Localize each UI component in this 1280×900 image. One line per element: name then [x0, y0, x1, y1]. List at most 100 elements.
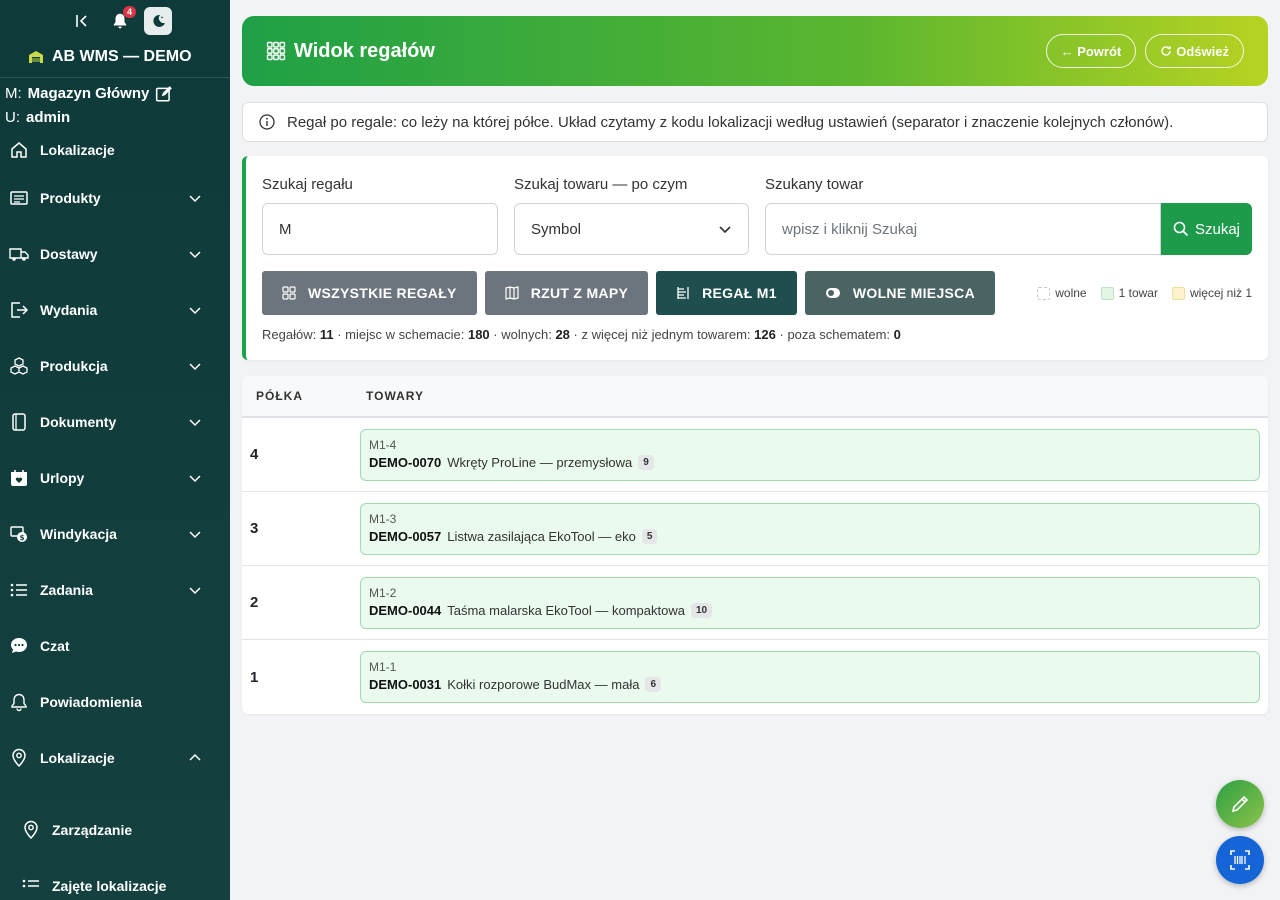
- info-text: Regał po regale: co leży na której półce…: [287, 113, 1174, 131]
- location-slot[interactable]: M1-2 DEMO-0044 Taśma malarska EkoTool — …: [360, 576, 1260, 629]
- search-button[interactable]: Szukaj: [1161, 203, 1252, 255]
- nav-wydania[interactable]: Wydania: [0, 282, 230, 338]
- table-row: 1 M1-1 DEMO-0031 Kołki rozporowe BudMax …: [242, 640, 1268, 714]
- nav-label: Lokalizacje: [40, 750, 115, 766]
- pin-icon: [12, 748, 26, 768]
- nav-urlopy[interactable]: Urlopy: [0, 450, 230, 506]
- map-icon: [505, 286, 519, 300]
- nav-lokalizacje-group[interactable]: Lokalizacje: [0, 730, 230, 786]
- svg-text:$: $: [20, 534, 25, 542]
- nav-dostawy[interactable]: Dostawy: [0, 226, 230, 282]
- nav-label: Wydania: [40, 302, 98, 318]
- nav-label: Produkcja: [40, 358, 108, 374]
- chevron-down-icon: [189, 531, 201, 539]
- tasks-icon: [22, 879, 39, 888]
- legend-more: więcej niż 1: [1171, 286, 1252, 300]
- edit-fab-button[interactable]: [1216, 780, 1264, 828]
- table-header: PÓŁKA TOWARY: [242, 376, 1268, 418]
- location-slot[interactable]: M1-1 DEMO-0031 Kołki rozporowe BudMax — …: [360, 651, 1260, 703]
- all-racks-button[interactable]: WSZYSTKIE REGAŁY: [262, 271, 477, 315]
- home-icon: [11, 142, 27, 158]
- chevron-down-icon: [189, 475, 201, 483]
- edit-warehouse-icon[interactable]: [155, 85, 173, 103]
- nav-czat[interactable]: Czat: [0, 618, 230, 674]
- rack-search-input[interactable]: [262, 203, 498, 255]
- nav-dokumenty[interactable]: Dokumenty: [0, 394, 230, 450]
- from-map-label: RZUT Z MAPY: [530, 285, 629, 301]
- nav-produkty[interactable]: Produkty: [0, 170, 230, 226]
- col-shelf-header: PÓŁKA: [256, 389, 303, 403]
- quantity-badge: 9: [638, 454, 654, 470]
- nav-label: Zarządzanie: [52, 822, 133, 838]
- nav-label: Lokalizacje: [40, 142, 115, 158]
- free-places-label: WOLNE MIEJSCA: [852, 285, 975, 301]
- chevron-down-icon: [189, 363, 201, 371]
- free-places-button[interactable]: WOLNE MIEJSCA: [804, 271, 995, 315]
- nav-label: Dokumenty: [40, 414, 117, 430]
- page-title-text: Widok regałów: [294, 39, 435, 62]
- stats-multi-label: · z więcej niż jednym towarem:: [573, 327, 751, 342]
- nav-label: Powiadomienia: [40, 694, 142, 710]
- table-row: 2 M1-2 DEMO-0044 Taśma malarska EkoTool …: [242, 566, 1268, 640]
- nav-lokalizacje-top[interactable]: Lokalizacje: [0, 130, 230, 170]
- refresh-button[interactable]: Odśwież: [1145, 34, 1244, 68]
- collapse-sidebar-button[interactable]: [68, 7, 96, 35]
- list-icon: [10, 191, 28, 205]
- moon-icon: [153, 14, 165, 27]
- barcode-scan-fab-button[interactable]: [1216, 836, 1264, 884]
- nav-powiadomienia[interactable]: Powiadomienia: [0, 674, 230, 730]
- nav-label: Windykacja: [40, 526, 117, 542]
- location-code: M1-1: [369, 660, 397, 674]
- back-button[interactable]: ← Powrót: [1045, 34, 1137, 68]
- user-info: M: Magazyn Główny U: admin: [0, 78, 230, 130]
- stats-racks: 11: [319, 327, 334, 342]
- chevron-down-icon: [189, 251, 201, 259]
- product-search-input[interactable]: [765, 203, 1161, 255]
- grid-icon: [266, 41, 286, 61]
- search-icon: [1173, 221, 1189, 237]
- page-title: Widok regałów: [266, 40, 1037, 63]
- pin-icon: [24, 820, 38, 840]
- stats-multi: 126: [754, 327, 776, 342]
- notifications-button[interactable]: 4: [106, 6, 136, 35]
- location-slot[interactable]: M1-3 DEMO-0057 Listwa zasilająca EkoTool…: [360, 502, 1260, 555]
- from-map-button[interactable]: RZUT Z MAPY: [484, 271, 649, 315]
- nav-sub-zarzadzanie[interactable]: Zarządzanie: [0, 802, 230, 858]
- location-slot[interactable]: M1-4 DEMO-0070 Wkręty ProLine — przemysł…: [360, 428, 1260, 481]
- stats-places-label: · miejsc w schemacie:: [337, 327, 465, 342]
- cash-icon: $: [10, 526, 27, 542]
- chat-icon: [11, 638, 27, 653]
- product-symbol: DEMO-0057: [369, 528, 442, 544]
- location-code: M1-3: [369, 511, 397, 526]
- rack-table: PÓŁKA TOWARY 4 M1-4 DEMO-0070 Wkręty Pro…: [242, 376, 1268, 714]
- table-row: 3 M1-3 DEMO-0057 Listwa zasilająca EkoTo…: [242, 492, 1268, 566]
- product-symbol: DEMO-0044: [369, 602, 442, 618]
- nav-label: Zadania: [40, 582, 93, 598]
- stats-racks-label: Regałów:: [262, 327, 317, 342]
- shelf-number: 4: [250, 446, 259, 463]
- nav-zadania[interactable]: Zadania: [0, 562, 230, 618]
- bell-icon: [11, 693, 27, 712]
- stats-outside: 0: [893, 327, 901, 342]
- grid-small-icon: [282, 286, 296, 300]
- user-prefix: U:: [5, 109, 20, 126]
- search-by-value: Symbol: [531, 220, 582, 238]
- nav-label: Produkty: [40, 190, 101, 206]
- product-search-field: Szukany towar Szukaj: [765, 176, 1252, 255]
- quantity-badge: 10: [690, 602, 713, 618]
- search-by-select[interactable]: Symbol: [514, 203, 749, 255]
- rack-m1-button[interactable]: REGAŁ M1: [656, 271, 797, 315]
- nav-label: Urlopy: [40, 470, 85, 486]
- chevron-down-icon: [719, 226, 731, 234]
- quantity-badge: 6: [645, 677, 662, 692]
- theme-toggle-button[interactable]: [144, 7, 172, 35]
- tasks-icon: [10, 583, 27, 597]
- notification-count-badge: 4: [122, 6, 136, 18]
- nav-produkcja[interactable]: Produkcja: [0, 338, 230, 394]
- nav-windykacja[interactable]: $ Windykacja: [0, 506, 230, 562]
- nav-sub-zajete[interactable]: Zajęte lokalizacje: [0, 858, 230, 900]
- stats-line: Regałów: 11 · miejsc w schemacie: 180 · …: [262, 327, 1252, 342]
- page-header: Widok regałów ← Powrót Odśwież: [242, 16, 1268, 86]
- product-name: Listwa zasilająca EkoTool — eko: [447, 528, 636, 544]
- col-items-header: TOWARY: [366, 389, 425, 403]
